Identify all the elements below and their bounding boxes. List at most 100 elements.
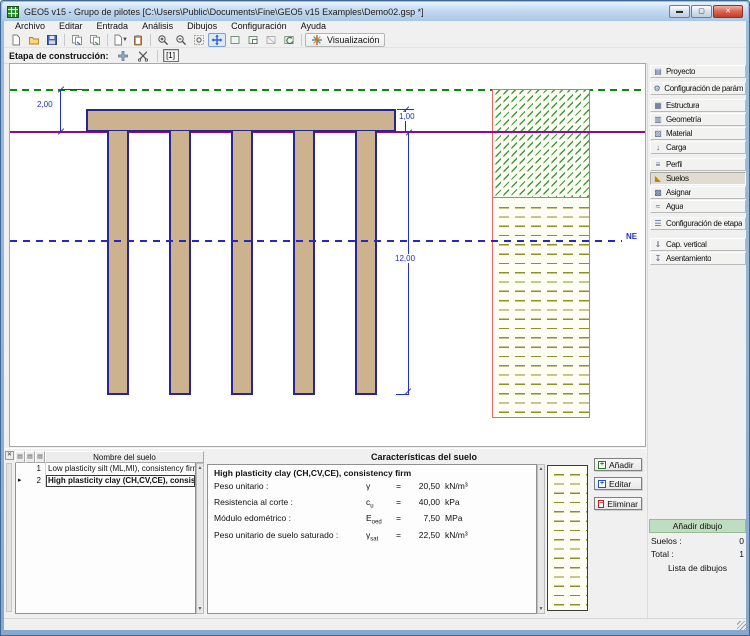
soil-table-row[interactable]: 1 Low plasticity silt (ML,MI), consisten…	[16, 463, 195, 475]
close-panel-button[interactable]: ✕	[5, 451, 14, 460]
sidebar-item[interactable]: ▤ Proyecto	[650, 65, 746, 78]
soil-row-name: High plasticity clay (CH,CV,CE), consist…	[46, 475, 195, 487]
sidebar-item-label: Asentamiento	[666, 254, 711, 263]
soil-row-number: 2	[16, 475, 46, 487]
minimize-button[interactable]: ▬	[669, 5, 690, 18]
soil-table-scrollbar[interactable]: ▲ ▼	[196, 463, 204, 614]
pile-3	[231, 131, 253, 395]
sidebar-item[interactable]: ↧ Asentamiento	[650, 252, 746, 265]
add-soil-label: Añadir	[609, 460, 634, 470]
paste-button[interactable]	[129, 33, 147, 47]
scroll-down-icon[interactable]: ▼	[538, 606, 544, 612]
soil-row-name: Low plasticity silt (ML,MI), consistency…	[46, 463, 195, 475]
dim-line-depth	[60, 89, 61, 132]
close-button[interactable]: ✕	[713, 5, 743, 18]
table-tool-icon-2[interactable]: ▤	[25, 451, 35, 463]
scroll-down-icon[interactable]: ▼	[197, 606, 203, 612]
view-frame-button[interactable]	[226, 33, 244, 47]
save-button[interactable]	[43, 33, 61, 47]
drawings-panel: Añadir dibujo Suelos :0 Total :1 Lista d…	[649, 519, 746, 573]
copy-dropdown-button[interactable]: ▼	[111, 33, 129, 47]
zoom-out-button[interactable]	[172, 33, 190, 47]
table-tool-icon-1[interactable]: ▤	[15, 451, 25, 463]
clipboard-icon	[132, 34, 144, 46]
app-frame: ArchivoEditarEntradaAnálisisDibujosConfi…	[4, 21, 746, 630]
visualization-button[interactable]: Visualización	[305, 33, 385, 47]
view-frame-off-button[interactable]	[262, 33, 280, 47]
app-icon	[7, 6, 19, 18]
zoom-extents-button[interactable]	[190, 33, 208, 47]
sidebar-item[interactable]: ◣ Suelos	[650, 172, 746, 185]
add-drawing-button[interactable]: Añadir dibujo	[649, 519, 746, 533]
soil-table: ▤ ▤ ▤ Nombre del suelo 1 Low plasticity …	[15, 451, 204, 614]
menu-item[interactable]: Entrada	[90, 21, 136, 32]
resize-grip-icon[interactable]	[737, 621, 746, 630]
sidebar-item-icon: ≡	[653, 159, 663, 170]
stage-1-button[interactable]: [1]	[163, 49, 179, 62]
soil-profile-column	[492, 89, 590, 418]
sidebar-item[interactable]: ▨ Material	[650, 127, 746, 140]
sidebar-item[interactable]: ≡ Perfil	[650, 158, 746, 171]
dropdown-caret-icon: ▼	[122, 37, 128, 43]
copy-picture-button[interactable]	[68, 33, 86, 47]
sidebar-item[interactable]: ▦ Estructura	[650, 99, 746, 112]
add-stage-icon	[117, 50, 129, 62]
titlebar: GEO5 v15 - Grupo de pilotes [C:\Users\Pu…	[2, 2, 748, 21]
edit-soil-button[interactable]: +Editar	[594, 477, 642, 490]
edit-icon: +	[598, 480, 606, 488]
zoom-in-button[interactable]	[154, 33, 172, 47]
dim-pile-label: 12,00	[394, 254, 416, 263]
zoom-extents-icon	[193, 34, 205, 46]
menu-item[interactable]: Dibujos	[180, 21, 224, 32]
remove-stage-icon	[137, 50, 149, 62]
menu-item[interactable]: Análisis	[135, 21, 180, 32]
sidebar-item-label: Cap. vertical	[666, 240, 707, 249]
view-frame-save-button[interactable]	[244, 33, 262, 47]
sidebar-item[interactable]: ▩ Asignar	[650, 186, 746, 199]
copy-view-icon	[89, 34, 101, 46]
total-count-label: Total :	[651, 549, 674, 559]
sidebar-item[interactable]: ↓ Carga	[650, 141, 746, 154]
copy-view-button[interactable]	[86, 33, 104, 47]
soil-table-row[interactable]: 2 High plasticity clay (CH,CV,CE), consi…	[16, 475, 195, 487]
pile-4	[293, 131, 315, 395]
drawings-list-link[interactable]: Lista de dibujos	[649, 559, 746, 573]
soil-property-row: Módulo edométrico : Eoed = 7,50 MPa	[214, 513, 530, 529]
add-soil-button[interactable]: +Añadir	[594, 458, 642, 471]
table-tool-icon-3[interactable]: ▤	[35, 451, 45, 463]
soil-table-body: 1 Low plasticity silt (ML,MI), consisten…	[15, 463, 196, 614]
new-file-button[interactable]	[7, 33, 25, 47]
menu-item[interactable]: Configuración	[224, 21, 294, 32]
menu-item[interactable]: Archivo	[8, 21, 52, 32]
new-file-icon	[10, 34, 22, 46]
sidebar-item[interactable]: ⚙ Configuración de parámetros	[650, 82, 746, 95]
sidebar-item-label: Asignar	[666, 188, 691, 197]
property-value: 20,50	[408, 481, 440, 497]
water-table-label: NE	[626, 232, 637, 241]
delete-soil-button[interactable]: −Eliminar	[594, 497, 642, 510]
add-stage-button[interactable]	[114, 49, 132, 63]
drawing-canvas[interactable]: NE 2,00 1,00 12,00	[9, 63, 646, 447]
sidebar-item-label: Material	[666, 129, 692, 138]
soil-name-column-header: Nombre del suelo	[45, 451, 204, 463]
sidebar-item-label: Estructura	[666, 101, 699, 110]
pan-tool-button[interactable]	[208, 33, 226, 47]
soil-detail-scrollbar[interactable]: ▲ ▼	[537, 464, 545, 614]
visualization-icon	[311, 34, 323, 46]
property-symbol: γsat	[366, 530, 396, 546]
sidebar-item[interactable]: ≈ Agua	[650, 200, 746, 213]
scroll-up-icon[interactable]: ▲	[538, 466, 544, 472]
refresh-view-button[interactable]	[280, 33, 298, 47]
sidebar-item[interactable]: ▥ Geometría	[650, 113, 746, 126]
sidebar-item[interactable]: ⇓ Cap. vertical	[650, 238, 746, 251]
sidebar-item[interactable]: ☰ Configuración de etapa	[650, 217, 746, 230]
add-icon: +	[598, 461, 606, 469]
sidebar-item-label: Perfil	[666, 160, 682, 169]
open-file-button[interactable]	[25, 33, 43, 47]
remove-stage-button[interactable]	[134, 49, 152, 63]
maximize-button[interactable]: ▢	[691, 5, 712, 18]
menu-item[interactable]: Editar	[52, 21, 90, 32]
scroll-up-icon[interactable]: ▲	[197, 465, 203, 471]
sidebar-item-label: Suelos	[666, 174, 689, 183]
menu-item[interactable]: Ayuda	[294, 21, 333, 32]
